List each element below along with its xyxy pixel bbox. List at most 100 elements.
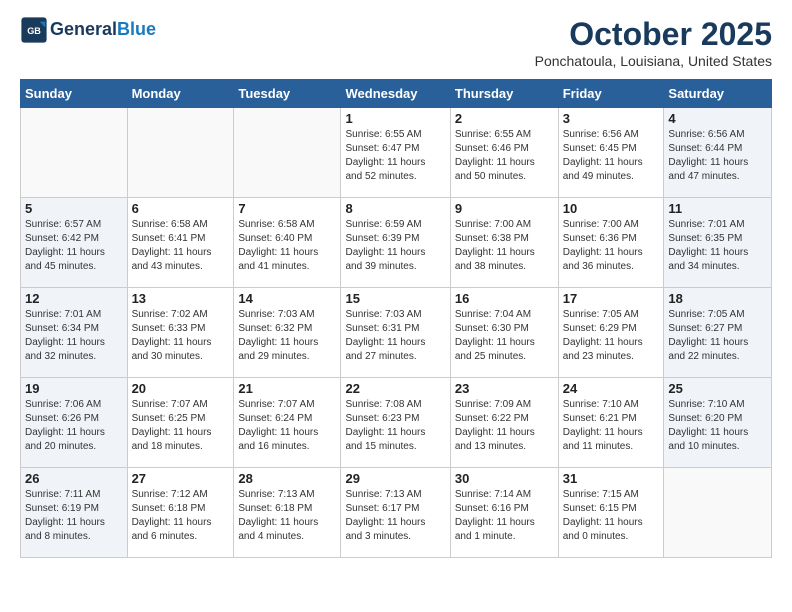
list-item: 20 Sunrise: 7:07 AMSunset: 6:25 PMDayligh…	[127, 378, 234, 468]
day-info: Sunrise: 7:05 AMSunset: 6:29 PMDaylight:…	[563, 308, 660, 364]
location: Ponchatoula, Louisiana, United States	[535, 53, 772, 69]
col-tuesday: Tuesday	[234, 80, 341, 108]
day-info: Sunrise: 7:08 AMSunset: 6:23 PMDaylight:…	[345, 398, 445, 454]
list-item: 3Sunrise: 6:56 AMSunset: 6:45 PMDaylight…	[558, 108, 664, 198]
day-number: 10	[563, 201, 660, 216]
col-sunday: Sunday	[21, 80, 128, 108]
table-row: 5 Sunrise: 6:57 AMSunset: 6:42 PMDaylight…	[21, 198, 772, 288]
list-item: 22 Sunrise: 7:08 AMSunset: 6:23 PMDayligh…	[341, 378, 450, 468]
day-info: Sunrise: 6:59 AMSunset: 6:39 PMDaylight:…	[345, 218, 445, 274]
day-info: Sunrise: 7:01 AMSunset: 6:35 PMDaylight:…	[668, 218, 767, 274]
day-number: 14	[238, 291, 336, 306]
day-number: 6	[132, 201, 230, 216]
list-item: 19 Sunrise: 7:06 AMSunset: 6:26 PMDayligh…	[21, 378, 128, 468]
day-info: Sunrise: 6:55 AMSunset: 6:46 PMDaylight:…	[455, 128, 554, 184]
day-info: Sunrise: 7:06 AMSunset: 6:26 PMDaylight:…	[25, 398, 123, 454]
list-item: 8Sunrise: 6:59 AMSunset: 6:39 PMDaylight…	[341, 198, 450, 288]
col-friday: Friday	[558, 80, 664, 108]
list-item: 7 Sunrise: 6:58 AMSunset: 6:40 PMDaylight…	[234, 198, 341, 288]
logo: GB GeneralBlue	[20, 16, 156, 44]
day-info: Sunrise: 6:58 AMSunset: 6:41 PMDaylight:…	[132, 218, 230, 274]
day-info: Sunrise: 7:03 AMSunset: 6:32 PMDaylight:…	[238, 308, 336, 364]
list-item: 11Sunrise: 7:01 AMSunset: 6:35 PMDayligh…	[664, 198, 772, 288]
list-item: 29 Sunrise: 7:13 AMSunset: 6:17 PMDayligh…	[341, 468, 450, 558]
list-item: 27 Sunrise: 7:12 AMSunset: 6:18 PMDayligh…	[127, 468, 234, 558]
day-info: Sunrise: 7:09 AMSunset: 6:22 PMDaylight:…	[455, 398, 554, 454]
col-saturday: Saturday	[664, 80, 772, 108]
day-info: Sunrise: 7:14 AMSunset: 6:16 PMDaylight:…	[455, 488, 554, 544]
day-info: Sunrise: 7:10 AMSunset: 6:20 PMDaylight:…	[668, 398, 767, 454]
day-info: Sunrise: 7:01 AMSunset: 6:34 PMDaylight:…	[25, 308, 123, 364]
list-item: 17 Sunrise: 7:05 AMSunset: 6:29 PMDayligh…	[558, 288, 664, 378]
day-number: 15	[345, 291, 445, 306]
list-item	[127, 108, 234, 198]
list-item: 28 Sunrise: 7:13 AMSunset: 6:18 PMDayligh…	[234, 468, 341, 558]
title-area: October 2025 Ponchatoula, Louisiana, Uni…	[535, 16, 772, 69]
day-number: 26	[25, 471, 123, 486]
day-number: 5	[25, 201, 123, 216]
list-item: 12 Sunrise: 7:01 AMSunset: 6:34 PMDayligh…	[21, 288, 128, 378]
svg-text:GB: GB	[27, 26, 41, 36]
table-row: 19 Sunrise: 7:06 AMSunset: 6:26 PMDayligh…	[21, 378, 772, 468]
calendar-table: Sunday Monday Tuesday Wednesday Thursday…	[20, 79, 772, 558]
day-info: Sunrise: 7:12 AMSunset: 6:18 PMDaylight:…	[132, 488, 230, 544]
list-item: 23Sunrise: 7:09 AMSunset: 6:22 PMDayligh…	[450, 378, 558, 468]
day-number: 17	[563, 291, 660, 306]
list-item: 21 Sunrise: 7:07 AMSunset: 6:24 PMDayligh…	[234, 378, 341, 468]
day-info: Sunrise: 6:58 AMSunset: 6:40 PMDaylight:…	[238, 218, 336, 274]
day-number: 28	[238, 471, 336, 486]
day-info: Sunrise: 7:07 AMSunset: 6:25 PMDaylight:…	[132, 398, 230, 454]
calendar-header-row: Sunday Monday Tuesday Wednesday Thursday…	[21, 80, 772, 108]
day-number: 29	[345, 471, 445, 486]
table-row: 26Sunrise: 7:11 AMSunset: 6:19 PMDayligh…	[21, 468, 772, 558]
day-info: Sunrise: 7:00 AMSunset: 6:38 PMDaylight:…	[455, 218, 554, 274]
list-item: 30 Sunrise: 7:14 AMSunset: 6:16 PMDayligh…	[450, 468, 558, 558]
list-item: 15 Sunrise: 7:03 AMSunset: 6:31 PMDayligh…	[341, 288, 450, 378]
list-item: 6 Sunrise: 6:58 AMSunset: 6:41 PMDaylight…	[127, 198, 234, 288]
day-number: 30	[455, 471, 554, 486]
list-item: 25 Sunrise: 7:10 AMSunset: 6:20 PMDayligh…	[664, 378, 772, 468]
day-info: Sunrise: 7:02 AMSunset: 6:33 PMDaylight:…	[132, 308, 230, 364]
list-item	[234, 108, 341, 198]
list-item: 24Sunrise: 7:10 AMSunset: 6:21 PMDayligh…	[558, 378, 664, 468]
day-info: Sunrise: 6:57 AMSunset: 6:42 PMDaylight:…	[25, 218, 123, 274]
day-number: 27	[132, 471, 230, 486]
table-row: 1Sunrise: 6:55 AMSunset: 6:47 PMDaylight…	[21, 108, 772, 198]
logo-icon: GB	[20, 16, 48, 44]
list-item: 18 Sunrise: 7:05 AMSunset: 6:27 PMDayligh…	[664, 288, 772, 378]
day-info: Sunrise: 7:15 AMSunset: 6:15 PMDaylight:…	[563, 488, 660, 544]
day-number: 19	[25, 381, 123, 396]
day-info: Sunrise: 7:03 AMSunset: 6:31 PMDaylight:…	[345, 308, 445, 364]
day-number: 22	[345, 381, 445, 396]
list-item: 5 Sunrise: 6:57 AMSunset: 6:42 PMDaylight…	[21, 198, 128, 288]
calendar-page: GB GeneralBlue October 2025 Ponchatoula,…	[0, 0, 792, 574]
day-info: Sunrise: 7:10 AMSunset: 6:21 PMDaylight:…	[563, 398, 660, 454]
day-number: 4	[668, 111, 767, 126]
day-info: Sunrise: 7:13 AMSunset: 6:18 PMDaylight:…	[238, 488, 336, 544]
day-info: Sunrise: 7:00 AMSunset: 6:36 PMDaylight:…	[563, 218, 660, 274]
day-info: Sunrise: 7:13 AMSunset: 6:17 PMDaylight:…	[345, 488, 445, 544]
day-info: Sunrise: 6:56 AMSunset: 6:44 PMDaylight:…	[668, 128, 767, 184]
list-item: 16Sunrise: 7:04 AMSunset: 6:30 PMDayligh…	[450, 288, 558, 378]
logo-general: General	[50, 19, 117, 39]
day-number: 20	[132, 381, 230, 396]
day-info: Sunrise: 7:05 AMSunset: 6:27 PMDaylight:…	[668, 308, 767, 364]
day-number: 21	[238, 381, 336, 396]
day-number: 18	[668, 291, 767, 306]
col-monday: Monday	[127, 80, 234, 108]
day-number: 13	[132, 291, 230, 306]
list-item	[21, 108, 128, 198]
day-number: 16	[455, 291, 554, 306]
table-row: 12 Sunrise: 7:01 AMSunset: 6:34 PMDayligh…	[21, 288, 772, 378]
col-wednesday: Wednesday	[341, 80, 450, 108]
day-number: 31	[563, 471, 660, 486]
day-number: 12	[25, 291, 123, 306]
day-info: Sunrise: 7:07 AMSunset: 6:24 PMDaylight:…	[238, 398, 336, 454]
day-number: 7	[238, 201, 336, 216]
day-number: 2	[455, 111, 554, 126]
list-item: 1Sunrise: 6:55 AMSunset: 6:47 PMDaylight…	[341, 108, 450, 198]
col-thursday: Thursday	[450, 80, 558, 108]
header: GB GeneralBlue October 2025 Ponchatoula,…	[20, 16, 772, 69]
day-number: 25	[668, 381, 767, 396]
list-item: 26Sunrise: 7:11 AMSunset: 6:19 PMDayligh…	[21, 468, 128, 558]
